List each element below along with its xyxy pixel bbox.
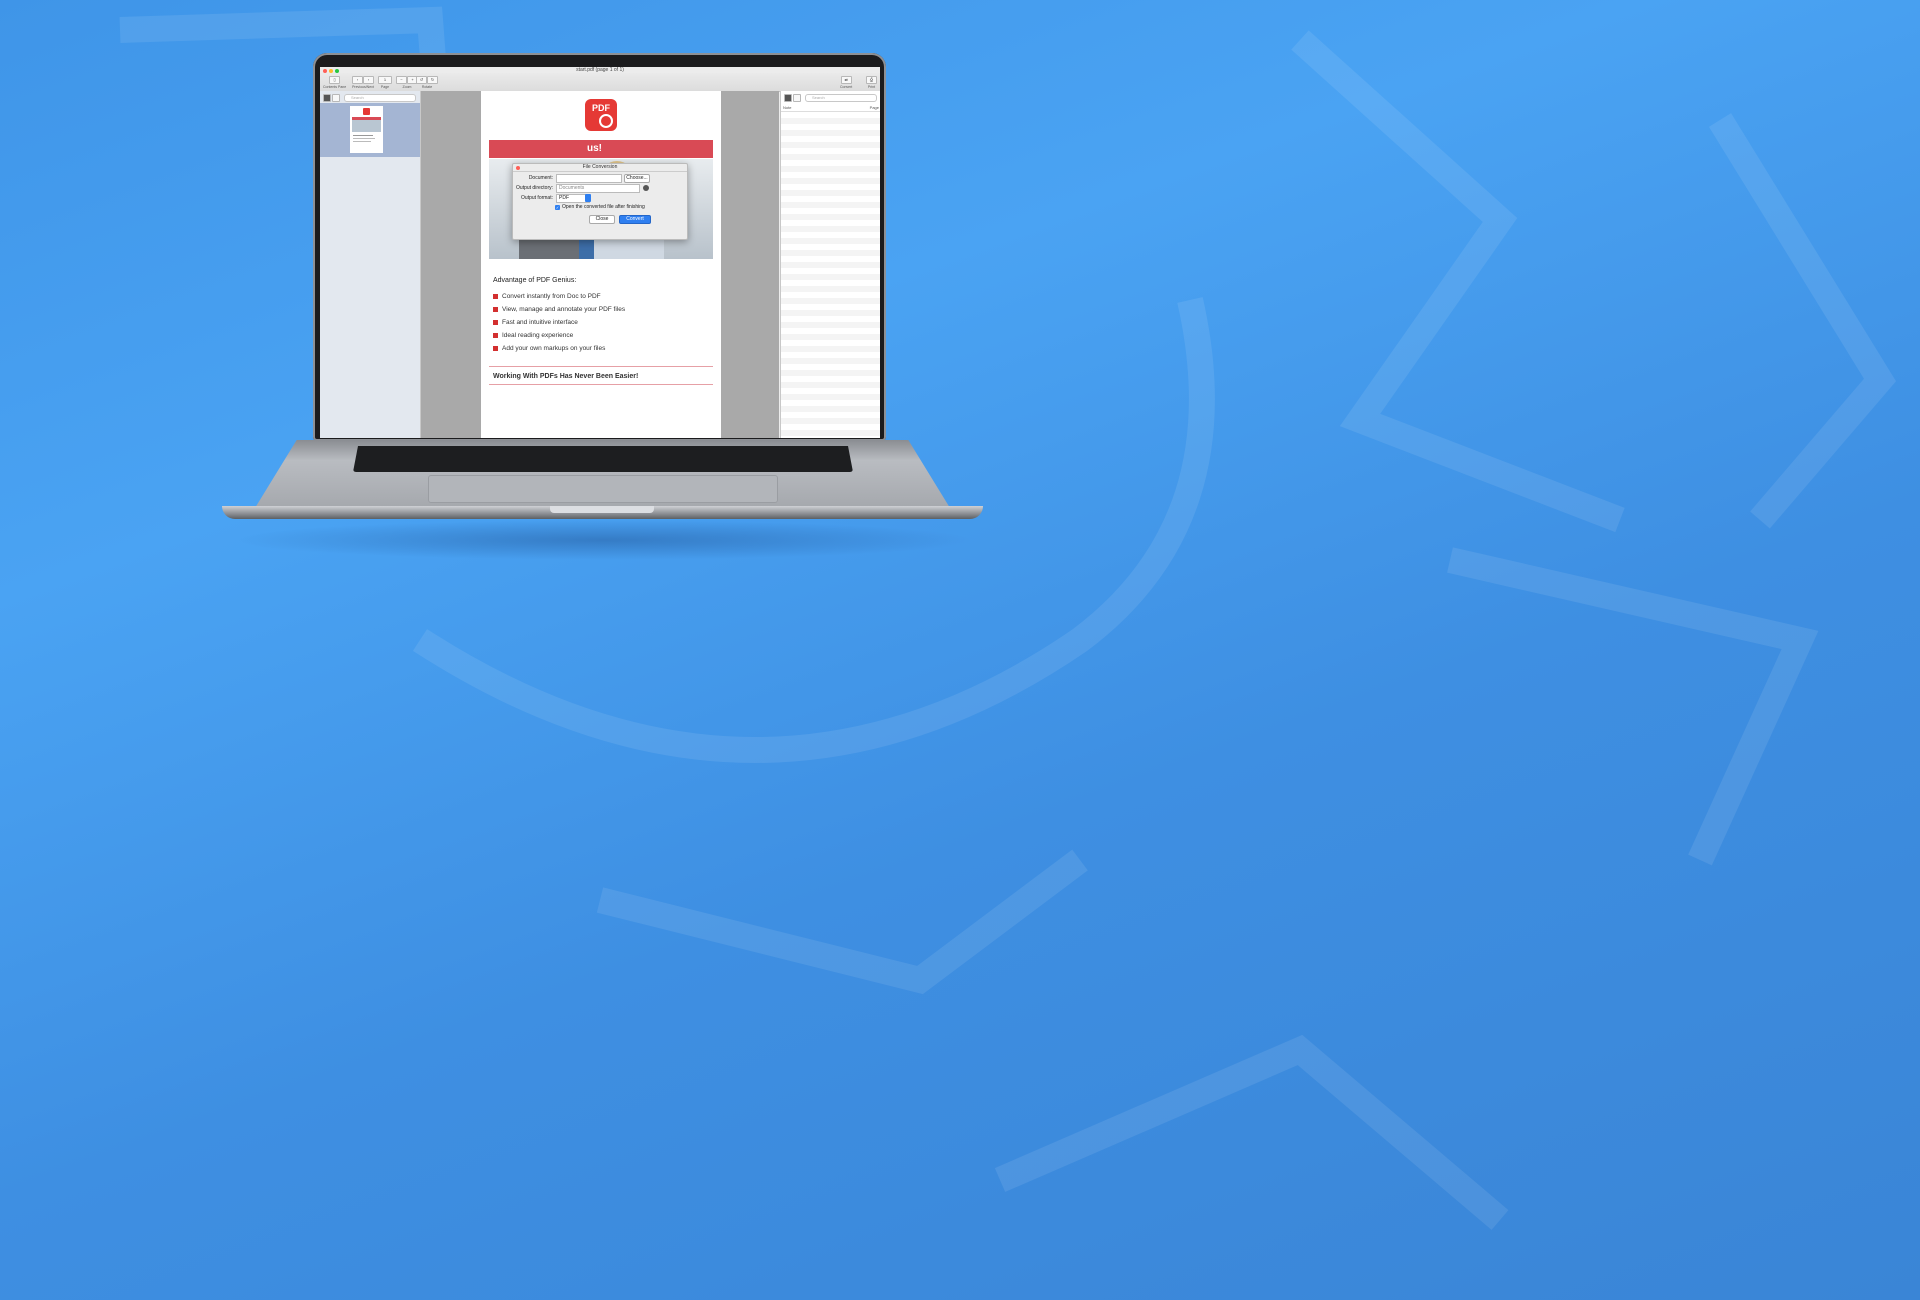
list-item: Convert instantly from Doc to PDF — [493, 290, 625, 303]
rotate-right-icon[interactable]: ↻ — [427, 76, 438, 84]
laptop-base — [220, 440, 985, 522]
notes-list — [781, 112, 880, 438]
prev-next-label: Previous/Next — [352, 85, 374, 89]
convert-group: ⇄ Convert — [840, 76, 852, 89]
pdf-page: PDF us! Advantage of PDF Genius: Convert… — [481, 91, 721, 438]
column-note[interactable]: Note — [783, 105, 791, 111]
laptop-shadow — [230, 520, 975, 560]
zoom-label: Zoom — [402, 85, 412, 89]
laptop-notch — [550, 506, 654, 513]
close-button[interactable]: Close — [589, 215, 615, 224]
zoom-out-icon[interactable]: − — [396, 76, 407, 84]
keyboard — [353, 446, 853, 472]
contents-pane-label: Contents Pane — [323, 85, 347, 89]
output-format-row: Output format: PDF — [513, 194, 687, 203]
list-item: Fast and intuitive interface — [493, 316, 625, 329]
pdf-genius-logo-icon: PDF — [585, 99, 617, 131]
laptop: start.pdf (page 1 of 1) ▯ Contents Pane … — [220, 53, 985, 523]
outline-view-button[interactable] — [332, 94, 340, 102]
list-item: Ideal reading experience — [493, 329, 625, 342]
print-label: Print — [867, 85, 876, 89]
convert-label: Convert — [840, 85, 853, 89]
select-chevron-icon[interactable] — [585, 194, 591, 202]
list-item: Add your own markups on your files — [493, 342, 625, 355]
file-conversion-dialog: File Conversion Document: Choose... Outp… — [512, 163, 688, 240]
bullet-icon — [493, 346, 498, 351]
notes-grid-view-button[interactable] — [793, 94, 801, 102]
divider — [489, 384, 713, 385]
footer-text: Working With PDFs Has Never Been Easier! — [493, 373, 639, 380]
panes: Search PDF us! Advantage of PDF Genius: … — [320, 91, 880, 438]
thumbnails-view-button[interactable] — [323, 94, 331, 102]
bullet-icon — [493, 333, 498, 338]
page-thumbnail[interactable] — [350, 106, 383, 153]
app-window: start.pdf (page 1 of 1) ▯ Contents Pane … — [320, 67, 880, 438]
bullet-icon — [493, 294, 498, 299]
rotate-group: ↺ ↻ Rotate — [416, 76, 438, 89]
notes-header: Note Page — [781, 105, 880, 112]
bullet-icon — [493, 320, 498, 325]
right-search-input[interactable]: Search — [805, 94, 877, 102]
output-directory-row: Output directory: Documents — [513, 184, 687, 193]
bullet-icon — [493, 307, 498, 312]
open-after-checkbox[interactable]: ✓ — [555, 204, 560, 210]
column-page[interactable]: Page — [870, 105, 879, 111]
output-directory-field[interactable]: Documents — [556, 184, 640, 193]
next-page-button[interactable]: › — [363, 76, 374, 84]
zoom-group: − + Zoom — [396, 76, 418, 89]
notes-list-view-button[interactable] — [784, 94, 792, 102]
document-field[interactable] — [556, 174, 622, 183]
banner-text: us! — [587, 143, 602, 154]
document-label: Document: — [528, 175, 553, 181]
thumbnails-pane: Search — [320, 91, 421, 438]
rotate-label: Rotate — [421, 85, 433, 89]
output-directory-label: Output directory: — [516, 185, 553, 191]
dialog-title: File Conversion — [582, 164, 618, 170]
page-number-field[interactable]: 1 — [378, 76, 392, 84]
open-after-row: ✓ Open the converted file after finishin… — [555, 203, 685, 211]
logo-text: PDF — [592, 103, 610, 113]
list-item: View, manage and annotate your PDF files — [493, 303, 625, 316]
dialog-title-bar: File Conversion — [513, 164, 687, 172]
choose-button[interactable]: Choose... — [624, 174, 650, 183]
toolbar: ▯ Contents Pane ‹ › Previous/Next 1 Page … — [320, 73, 880, 92]
convert-icon[interactable]: ⇄ — [840, 76, 852, 84]
print-icon[interactable]: ⎙ — [866, 76, 877, 84]
convert-button[interactable]: Convert — [619, 215, 651, 224]
dialog-close-icon[interactable] — [516, 165, 520, 170]
document-row: Document: Choose... — [513, 174, 687, 183]
notes-pane: Search Note Page — [780, 91, 880, 438]
page-label: Page — [380, 85, 390, 89]
open-after-label: Open the converted file after finishing — [562, 204, 645, 210]
contents-pane-group: ▯ Contents Pane — [323, 76, 346, 89]
advantage-title: Advantage of PDF Genius: — [493, 277, 577, 284]
divider — [489, 366, 713, 367]
prev-next-group: ‹ › Previous/Next — [352, 76, 374, 89]
advantage-list: Convert instantly from Doc to PDF View, … — [493, 290, 625, 355]
rotate-left-icon[interactable]: ↺ — [416, 76, 427, 84]
output-format-label: Output format: — [521, 195, 553, 201]
contents-pane-button[interactable]: ▯ — [329, 76, 341, 84]
directory-arrow-icon[interactable] — [643, 185, 649, 191]
print-group: ⎙ Print — [866, 76, 877, 89]
left-search-input[interactable]: Search — [344, 94, 416, 102]
document-view[interactable]: PDF us! Advantage of PDF Genius: Convert… — [421, 91, 779, 438]
page-banner: us! — [489, 140, 713, 158]
trackpad — [428, 475, 778, 503]
previous-page-button[interactable]: ‹ — [352, 76, 363, 84]
page-group: 1 Page — [378, 76, 392, 89]
